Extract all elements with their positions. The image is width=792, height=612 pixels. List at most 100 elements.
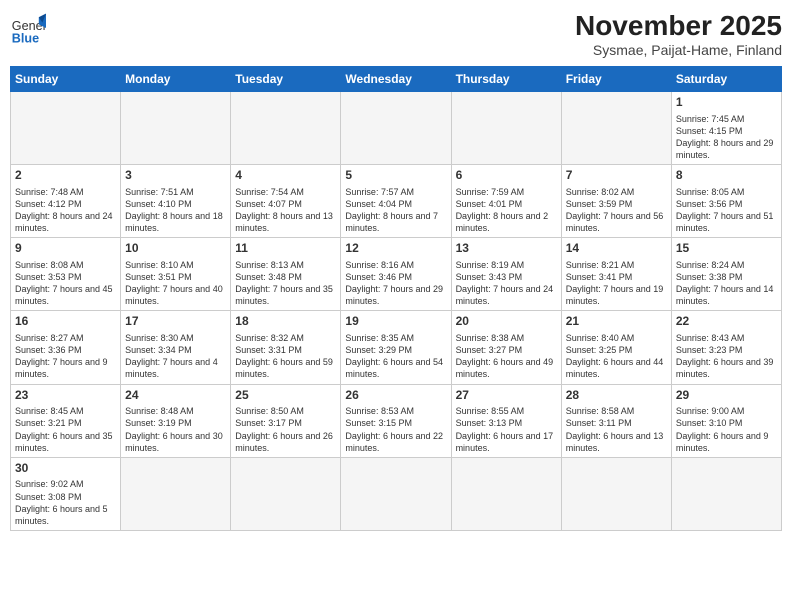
calendar-cell: 12Sunrise: 8:16 AM Sunset: 3:46 PM Dayli… bbox=[341, 238, 451, 311]
calendar-cell: 21Sunrise: 8:40 AM Sunset: 3:25 PM Dayli… bbox=[561, 311, 671, 384]
logo-icon: General Blue bbox=[10, 10, 46, 46]
calendar-cell: 17 Sunrise: 8:30 AM Sunset: 3:34 PM Dayli… bbox=[121, 311, 231, 384]
calendar-cell bbox=[671, 457, 781, 530]
calendar-cell bbox=[561, 92, 671, 165]
calendar-header-wednesday: Wednesday bbox=[341, 67, 451, 92]
title-block: November 2025 Sysmae, Paijat-Hame, Finla… bbox=[575, 10, 782, 58]
day-info: Sunrise: 8:50 AM Sunset: 3:17 PM Dayligh… bbox=[235, 405, 336, 454]
day-number: 22 bbox=[676, 314, 777, 330]
day-number: 2 bbox=[15, 168, 116, 184]
day-info: Sunrise: 8:02 AM Sunset: 3:59 PM Dayligh… bbox=[566, 186, 667, 235]
calendar-header-saturday: Saturday bbox=[671, 67, 781, 92]
calendar-cell bbox=[231, 457, 341, 530]
day-info: Sunrise: 8:43 AM Sunset: 3:23 PM Dayligh… bbox=[676, 332, 777, 381]
day-number: 30 bbox=[15, 461, 116, 477]
day-number: 10 bbox=[125, 241, 226, 257]
calendar-cell: 11 Sunrise: 8:13 AM Sunset: 3:48 PM Dayli… bbox=[231, 238, 341, 311]
day-number: 21 bbox=[566, 314, 667, 330]
day-number: 24 bbox=[125, 388, 226, 404]
calendar-cell: 22 Sunrise: 8:43 AM Sunset: 3:23 PM Dayli… bbox=[671, 311, 781, 384]
day-number: 17 bbox=[125, 314, 226, 330]
calendar-cell: 9 Sunrise: 8:08 AM Sunset: 3:53 PM Daylig… bbox=[11, 238, 121, 311]
calendar-cell bbox=[121, 92, 231, 165]
calendar-cell: 16 Sunrise: 8:27 AM Sunset: 3:36 PM Dayli… bbox=[11, 311, 121, 384]
day-number: 13 bbox=[456, 241, 557, 257]
calendar-header-thursday: Thursday bbox=[451, 67, 561, 92]
calendar-cell: 4 Sunrise: 7:54 AM Sunset: 4:07 PM Daylig… bbox=[231, 165, 341, 238]
day-info: Sunrise: 8:27 AM Sunset: 3:36 PM Dayligh… bbox=[15, 332, 116, 381]
day-info: Sunrise: 8:30 AM Sunset: 3:34 PM Dayligh… bbox=[125, 332, 226, 381]
day-number: 4 bbox=[235, 168, 336, 184]
calendar-header-row: SundayMondayTuesdayWednesdayThursdayFrid… bbox=[11, 67, 782, 92]
calendar-cell: 7Sunrise: 8:02 AM Sunset: 3:59 PM Daylig… bbox=[561, 165, 671, 238]
calendar-cell: 23Sunrise: 8:45 AM Sunset: 3:21 PM Dayli… bbox=[11, 384, 121, 457]
day-info: Sunrise: 7:45 AM Sunset: 4:15 PM Dayligh… bbox=[676, 113, 777, 162]
calendar-cell: 20 Sunrise: 8:38 AM Sunset: 3:27 PM Dayli… bbox=[451, 311, 561, 384]
calendar-cell bbox=[121, 457, 231, 530]
day-info: Sunrise: 8:35 AM Sunset: 3:29 PM Dayligh… bbox=[345, 332, 446, 381]
day-info: Sunrise: 7:48 AM Sunset: 4:12 PM Dayligh… bbox=[15, 186, 116, 235]
calendar-cell: 10 Sunrise: 8:10 AM Sunset: 3:51 PM Dayli… bbox=[121, 238, 231, 311]
logo: General Blue bbox=[10, 10, 46, 46]
day-info: Sunrise: 7:51 AM Sunset: 4:10 PM Dayligh… bbox=[125, 186, 226, 235]
calendar-cell bbox=[231, 92, 341, 165]
location: Sysmae, Paijat-Hame, Finland bbox=[575, 42, 782, 58]
day-number: 12 bbox=[345, 241, 446, 257]
day-number: 14 bbox=[566, 241, 667, 257]
calendar-cell: 6Sunrise: 7:59 AM Sunset: 4:01 PM Daylig… bbox=[451, 165, 561, 238]
day-number: 5 bbox=[345, 168, 446, 184]
calendar-cell: 14 Sunrise: 8:21 AM Sunset: 3:41 PM Dayli… bbox=[561, 238, 671, 311]
calendar-cell bbox=[451, 457, 561, 530]
calendar-header-friday: Friday bbox=[561, 67, 671, 92]
day-number: 28 bbox=[566, 388, 667, 404]
day-info: Sunrise: 8:38 AM Sunset: 3:27 PM Dayligh… bbox=[456, 332, 557, 381]
day-number: 18 bbox=[235, 314, 336, 330]
day-number: 11 bbox=[235, 241, 336, 257]
calendar-cell: 3 Sunrise: 7:51 AM Sunset: 4:10 PM Daylig… bbox=[121, 165, 231, 238]
calendar-cell: 19Sunrise: 8:35 AM Sunset: 3:29 PM Dayli… bbox=[341, 311, 451, 384]
calendar: SundayMondayTuesdayWednesdayThursdayFrid… bbox=[10, 66, 782, 531]
calendar-cell: 13Sunrise: 8:19 AM Sunset: 3:43 PM Dayli… bbox=[451, 238, 561, 311]
day-number: 3 bbox=[125, 168, 226, 184]
calendar-cell: 30Sunrise: 9:02 AM Sunset: 3:08 PM Dayli… bbox=[11, 457, 121, 530]
calendar-cell: 26Sunrise: 8:53 AM Sunset: 3:15 PM Dayli… bbox=[341, 384, 451, 457]
day-number: 15 bbox=[676, 241, 777, 257]
calendar-header-monday: Monday bbox=[121, 67, 231, 92]
day-number: 27 bbox=[456, 388, 557, 404]
day-info: Sunrise: 8:08 AM Sunset: 3:53 PM Dayligh… bbox=[15, 259, 116, 308]
day-info: Sunrise: 8:21 AM Sunset: 3:41 PM Dayligh… bbox=[566, 259, 667, 308]
calendar-header-tuesday: Tuesday bbox=[231, 67, 341, 92]
calendar-cell: 2 Sunrise: 7:48 AM Sunset: 4:12 PM Daylig… bbox=[11, 165, 121, 238]
day-info: Sunrise: 7:57 AM Sunset: 4:04 PM Dayligh… bbox=[345, 186, 446, 235]
calendar-cell: 29Sunrise: 9:00 AM Sunset: 3:10 PM Dayli… bbox=[671, 384, 781, 457]
day-info: Sunrise: 8:48 AM Sunset: 3:19 PM Dayligh… bbox=[125, 405, 226, 454]
day-number: 16 bbox=[15, 314, 116, 330]
day-info: Sunrise: 8:32 AM Sunset: 3:31 PM Dayligh… bbox=[235, 332, 336, 381]
day-info: Sunrise: 9:02 AM Sunset: 3:08 PM Dayligh… bbox=[15, 478, 116, 527]
calendar-cell: 24Sunrise: 8:48 AM Sunset: 3:19 PM Dayli… bbox=[121, 384, 231, 457]
calendar-cell bbox=[341, 92, 451, 165]
day-info: Sunrise: 8:24 AM Sunset: 3:38 PM Dayligh… bbox=[676, 259, 777, 308]
calendar-cell: 5 Sunrise: 7:57 AM Sunset: 4:04 PM Daylig… bbox=[341, 165, 451, 238]
day-info: Sunrise: 8:58 AM Sunset: 3:11 PM Dayligh… bbox=[566, 405, 667, 454]
day-info: Sunrise: 8:10 AM Sunset: 3:51 PM Dayligh… bbox=[125, 259, 226, 308]
svg-text:Blue: Blue bbox=[12, 31, 39, 45]
calendar-cell: 27Sunrise: 8:55 AM Sunset: 3:13 PM Dayli… bbox=[451, 384, 561, 457]
calendar-cell: 25Sunrise: 8:50 AM Sunset: 3:17 PM Dayli… bbox=[231, 384, 341, 457]
day-number: 29 bbox=[676, 388, 777, 404]
calendar-cell: 28Sunrise: 8:58 AM Sunset: 3:11 PM Dayli… bbox=[561, 384, 671, 457]
day-number: 1 bbox=[676, 95, 777, 111]
day-info: Sunrise: 8:13 AM Sunset: 3:48 PM Dayligh… bbox=[235, 259, 336, 308]
day-info: Sunrise: 8:45 AM Sunset: 3:21 PM Dayligh… bbox=[15, 405, 116, 454]
day-number: 20 bbox=[456, 314, 557, 330]
calendar-cell bbox=[11, 92, 121, 165]
day-number: 9 bbox=[15, 241, 116, 257]
day-info: Sunrise: 9:00 AM Sunset: 3:10 PM Dayligh… bbox=[676, 405, 777, 454]
calendar-cell bbox=[341, 457, 451, 530]
day-number: 25 bbox=[235, 388, 336, 404]
day-number: 26 bbox=[345, 388, 446, 404]
page-header: General Blue November 2025 Sysmae, Paija… bbox=[10, 10, 782, 58]
calendar-header-sunday: Sunday bbox=[11, 67, 121, 92]
day-info: Sunrise: 7:54 AM Sunset: 4:07 PM Dayligh… bbox=[235, 186, 336, 235]
day-info: Sunrise: 8:55 AM Sunset: 3:13 PM Dayligh… bbox=[456, 405, 557, 454]
